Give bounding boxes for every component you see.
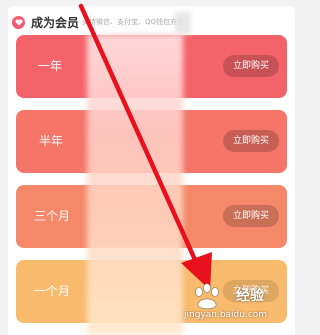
page-title: 成为会员 bbox=[31, 15, 80, 30]
buy-now-button[interactable]: 立即购买 bbox=[223, 55, 279, 77]
redacted-area bbox=[175, 12, 191, 34]
heart-icon bbox=[12, 15, 25, 29]
redacted-price-area bbox=[87, 34, 183, 335]
plan-name: 一个月 bbox=[34, 284, 71, 298]
baidu-jingyan-watermark: 经验 jingyan.baidu.com bbox=[184, 279, 302, 333]
payment-methods-subtitle: 支持微信、支付宝、QQ钱包充值 bbox=[82, 18, 185, 26]
buy-now-button[interactable]: 立即购买 bbox=[223, 130, 279, 152]
membership-header: 成为会员 支持微信、支付宝、QQ钱包充值 bbox=[12, 12, 184, 32]
watermark-text: 经验 bbox=[236, 288, 264, 304]
baidu-paw-icon bbox=[195, 283, 219, 310]
plan-name: 一年 bbox=[38, 59, 63, 73]
watermark-url: jingyan.baidu.com bbox=[184, 310, 268, 320]
buy-now-button[interactable]: 立即购买 bbox=[223, 205, 279, 227]
plan-name: 三个月 bbox=[34, 209, 71, 223]
plan-name: 半年 bbox=[39, 134, 64, 148]
